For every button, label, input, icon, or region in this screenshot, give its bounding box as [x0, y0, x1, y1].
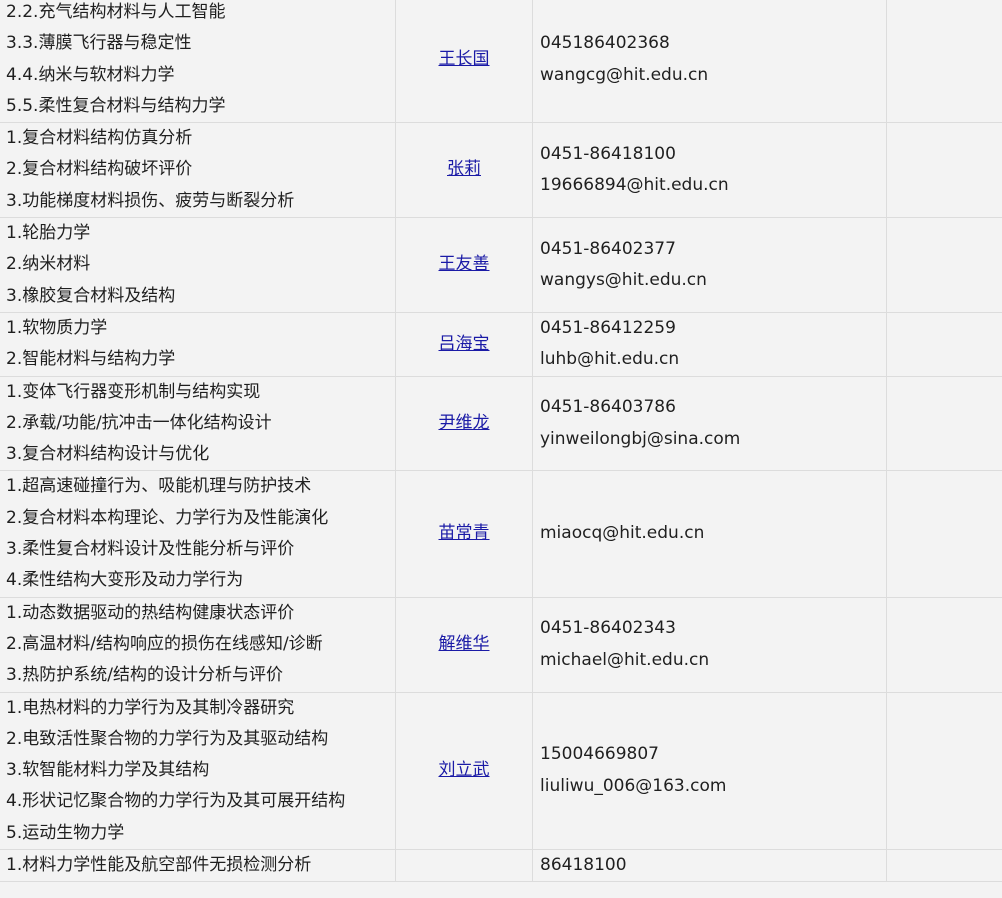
phone-number: 0451-86418100 — [540, 143, 676, 164]
tutor-name-link[interactable]: 刘立武 — [439, 760, 490, 780]
research-direction-item: 2.复合材料结构破坏评价 — [6, 159, 193, 180]
table-row: 1.电热材料的力学行为及其制冷器研究 2.电致活性聚合物的力学行为及其驱动结构 3.… — [0, 691, 1002, 851]
research-directions-cell: 2.2.充气结构材料与人工智能 3.3.薄膜飞行器与稳定性 4.4.纳米与软材料力学… — [0, 0, 396, 124]
table-row: 1.变体飞行器变形机制与结构实现 2.承载/功能/抗冲击一体化结构设计 3.复合材料… — [0, 375, 1002, 472]
contact-cell: 15004669807 liuliwu_006@163.com — [532, 691, 887, 851]
tutor-name-link[interactable]: 吕海宝 — [439, 334, 490, 354]
research-direction-item: 1.材料力学性能及航空部件无损检测分析 — [6, 855, 312, 876]
research-direction-item: 5.运动生物力学 — [6, 822, 125, 843]
research-direction-item: 3.软智能材料力学及其结构 — [6, 760, 210, 781]
research-directions-cell: 1.电热材料的力学行为及其制冷器研究 2.电致活性聚合物的力学行为及其驱动结构 3.… — [0, 691, 396, 851]
research-direction-item: 1.软物质力学 — [6, 317, 108, 338]
phone-number: 86418100 — [540, 855, 627, 876]
research-direction-item: 3.橡胶复合材料及结构 — [6, 285, 176, 306]
research-direction-item: 3.柔性复合材料设计及性能分析与评价 — [6, 539, 295, 560]
research-direction-item: 2.纳米材料 — [6, 254, 91, 275]
research-direction-item: 1.电热材料的力学行为及其制冷器研究 — [6, 697, 295, 718]
research-directions-cell: 1.变体飞行器变形机制与结构实现 2.承载/功能/抗冲击一体化结构设计 3.复合材料… — [0, 375, 396, 472]
contact-cell: 0451-86402343 michael@hit.edu.cn — [532, 596, 887, 693]
empty-cell — [886, 217, 1002, 313]
email-address: yinweilongbj@sina.com — [540, 428, 741, 449]
research-direction-item: 2.承载/功能/抗冲击一体化结构设计 — [6, 412, 272, 433]
research-directions-cell: 1.动态数据驱动的热结构健康状态评价 2.高温材料/结构响应的损伤在线感知/诊断 3… — [0, 596, 396, 693]
contact-cell: miaocq@hit.edu.cn — [532, 470, 887, 598]
tutor-table: 2.2.充气结构材料与人工智能 3.3.薄膜飞行器与稳定性 4.4.纳米与软材料力学… — [0, 0, 1002, 883]
email-address: wangcg@hit.edu.cn — [540, 64, 709, 85]
email-address: 19666894@hit.edu.cn — [540, 175, 729, 196]
research-direction-item: 1.超高速碰撞行为、吸能机理与防护技术 — [6, 476, 312, 497]
research-directions-cell: 1.复合材料结构仿真分析 2.复合材料结构破坏评价 3.功能梯度材料损伤、疲劳与断裂… — [0, 122, 396, 219]
contact-cell: 0451-86412259 luhb@hit.edu.cn — [532, 311, 887, 377]
research-direction-item: 4.4.纳米与软材料力学 — [6, 64, 175, 85]
research-direction-item: 2.电致活性聚合物的力学行为及其驱动结构 — [6, 728, 329, 749]
contact-cell: 0451-86402377 wangys@hit.edu.cn — [532, 217, 887, 313]
table-row: 2.2.充气结构材料与人工智能 3.3.薄膜飞行器与稳定性 4.4.纳米与软材料力学… — [0, 0, 1002, 124]
empty-cell — [886, 470, 1002, 598]
research-direction-item: 2.2.充气结构材料与人工智能 — [6, 2, 226, 22]
research-direction-item: 3.热防护系统/结构的设计分析与评价 — [6, 665, 283, 686]
contact-cell: 045186402368 wangcg@hit.edu.cn — [532, 0, 887, 124]
tutor-name-cell: 尹维龙 — [395, 375, 533, 472]
empty-cell — [886, 375, 1002, 472]
tutor-name-cell: 吕海宝 — [395, 311, 533, 377]
contact-cell: 86418100 — [532, 849, 887, 883]
table-row: 1.复合材料结构仿真分析 2.复合材料结构破坏评价 3.功能梯度材料损伤、疲劳与断裂… — [0, 122, 1002, 219]
research-direction-item: 1.变体飞行器变形机制与结构实现 — [6, 381, 261, 402]
research-direction-item: 2.复合材料本构理论、力学行为及性能演化 — [6, 507, 329, 528]
tutor-name-cell: 王长国 — [395, 0, 533, 124]
research-direction-item: 4.柔性结构大变形及动力学行为 — [6, 570, 244, 591]
tutor-name-cell: 王友善 — [395, 217, 533, 313]
table-row: 1.轮胎力学 2.纳米材料 3.橡胶复合材料及结构 王友善 0451-86402377 w… — [0, 217, 1002, 313]
tutor-name-cell: 解维华 — [395, 596, 533, 693]
research-direction-item: 4.形状记忆聚合物的力学行为及其可展开结构 — [6, 791, 346, 812]
tutor-name-link[interactable]: 张莉 — [447, 159, 481, 179]
tutor-name-link[interactable]: 苗常青 — [439, 523, 490, 543]
research-direction-item: 3.3.薄膜飞行器与稳定性 — [6, 33, 192, 54]
tutor-table-body: 2.2.充气结构材料与人工智能 3.3.薄膜飞行器与稳定性 4.4.纳米与软材料力学… — [0, 0, 1002, 883]
empty-cell — [886, 122, 1002, 219]
email-address: michael@hit.edu.cn — [540, 649, 710, 670]
email-address: wangys@hit.edu.cn — [540, 270, 707, 291]
phone-number: 0451-86403786 — [540, 397, 676, 418]
research-direction-item: 2.智能材料与结构力学 — [6, 349, 176, 370]
tutor-name-cell — [395, 849, 533, 883]
table-row: 1.超高速碰撞行为、吸能机理与防护技术 2.复合材料本构理论、力学行为及性能演化 3… — [0, 470, 1002, 598]
table-row: 1.材料力学性能及航空部件无损检测分析 86418100 — [0, 849, 1002, 883]
email-address: miaocq@hit.edu.cn — [540, 523, 705, 544]
empty-cell — [886, 311, 1002, 377]
contact-cell: 0451-86403786 yinweilongbj@sina.com — [532, 375, 887, 472]
empty-cell — [886, 0, 1002, 124]
empty-cell — [886, 691, 1002, 851]
tutor-name-cell: 苗常青 — [395, 470, 533, 598]
tutor-name-link[interactable]: 尹维龙 — [439, 413, 490, 433]
phone-number: 0451-86402343 — [540, 618, 676, 639]
tutor-name-cell: 刘立武 — [395, 691, 533, 851]
email-address: luhb@hit.edu.cn — [540, 349, 680, 370]
phone-number: 0451-86402377 — [540, 238, 676, 259]
tutor-name-cell: 张莉 — [395, 122, 533, 219]
contact-cell: 0451-86418100 19666894@hit.edu.cn — [532, 122, 887, 219]
research-direction-item: 3.功能梯度材料损伤、疲劳与断裂分析 — [6, 190, 295, 211]
research-directions-cell: 1.材料力学性能及航空部件无损检测分析 — [0, 849, 396, 883]
phone-number: 045186402368 — [540, 33, 670, 54]
research-direction-item: 3.复合材料结构设计与优化 — [6, 444, 210, 465]
research-direction-item: 1.复合材料结构仿真分析 — [6, 128, 193, 149]
research-direction-item: 5.5.柔性复合材料与结构力学 — [6, 95, 226, 116]
table-row: 1.动态数据驱动的热结构健康状态评价 2.高温材料/结构响应的损伤在线感知/诊断 3… — [0, 596, 1002, 693]
tutor-name-link[interactable]: 王长国 — [439, 49, 490, 69]
tutor-name-link[interactable]: 王友善 — [439, 254, 490, 274]
research-direction-item: 1.轮胎力学 — [6, 223, 91, 244]
phone-number: 0451-86412259 — [540, 317, 676, 338]
email-address: liuliwu_006@163.com — [540, 775, 727, 796]
research-directions-cell: 1.软物质力学 2.智能材料与结构力学 — [0, 311, 396, 377]
phone-number: 15004669807 — [540, 744, 659, 765]
research-direction-item: 2.高温材料/结构响应的损伤在线感知/诊断 — [6, 633, 323, 654]
empty-cell — [886, 849, 1002, 883]
empty-cell — [886, 596, 1002, 693]
research-directions-cell: 1.超高速碰撞行为、吸能机理与防护技术 2.复合材料本构理论、力学行为及性能演化 3… — [0, 470, 396, 598]
tutor-name-link[interactable]: 解维华 — [439, 634, 490, 654]
research-direction-item: 1.动态数据驱动的热结构健康状态评价 — [6, 602, 295, 623]
table-row: 1.软物质力学 2.智能材料与结构力学 吕海宝 0451-86412259 luhb@h… — [0, 311, 1002, 377]
research-directions-cell: 1.轮胎力学 2.纳米材料 3.橡胶复合材料及结构 — [0, 217, 396, 313]
